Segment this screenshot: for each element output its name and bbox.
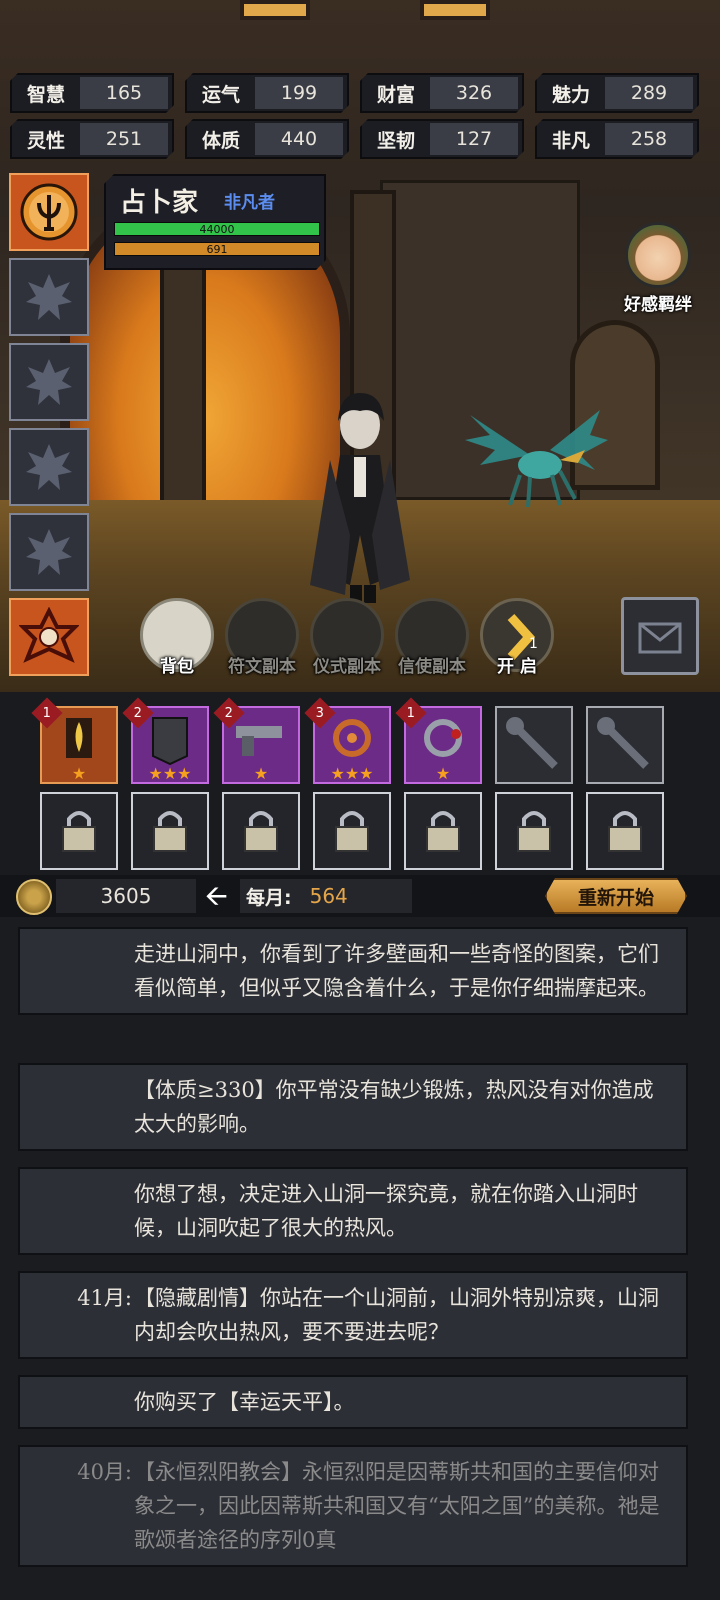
event-log[interactable]: 走进山洞中，你看到了许多壁画和一些奇怪的图案，它们看似简单，但似乎又隐含着什么，… <box>0 917 720 1600</box>
winged-monster <box>465 410 608 508</box>
eight-point-star-icon <box>26 359 72 405</box>
log-entry: 走进山洞中，你看到了许多壁画和一些奇怪的图案，它们看似简单，但似乎又隐含着什么，… <box>18 927 688 1015</box>
coin-count: 3605 <box>56 879 196 913</box>
log-entry: 你购买了【幸运天平】。 <box>18 1375 688 1429</box>
equipment-slot[interactable]: 2 ★★★ <box>122 697 209 784</box>
eight-point-star-icon <box>26 529 72 575</box>
wrench-icon <box>506 717 558 769</box>
equipment-slot-locked[interactable] <box>495 706 573 784</box>
stat-luck: 运气 199 <box>185 73 349 113</box>
game-scene: 智慧 165 运气 199 财富 326 魅力 289 灵性 251 体质 440 坚韧 12… <box>0 0 720 692</box>
equipment-panel: 1 ★ 2 ★★★ 2 ★ 3 ★★★ 1 ★ <box>0 692 720 875</box>
start-button[interactable]: 1 开 启 <box>477 598 557 678</box>
locked-slot[interactable] <box>586 792 664 870</box>
padlock-icon <box>608 811 642 852</box>
backpack-button[interactable]: 背包 <box>137 598 217 678</box>
ritual-dungeon-button[interactable]: 仪式副本 <box>307 598 387 678</box>
locked-slot[interactable] <box>313 792 391 870</box>
red-hexagram-icon <box>19 607 79 663</box>
trident-emblem-icon <box>20 183 78 241</box>
equipment-slot[interactable]: 2 ★ <box>213 697 300 784</box>
coin-icon <box>16 879 52 915</box>
stat-spirituality: 灵性 251 <box>10 119 174 159</box>
stat-charm: 魅力 289 <box>535 73 699 113</box>
log-entry: 你想了想，决定进入山洞一探究竟，就在你踏入山洞时候，山洞吹起了很大的热风。 <box>18 1167 688 1255</box>
stat-constitution: 体质 440 <box>185 119 349 159</box>
class-name: 占卜家 <box>120 188 199 218</box>
padlock-icon <box>153 811 187 852</box>
start-count-badge: 1 <box>529 636 538 652</box>
monthly-income: 每月: 564 <box>240 879 412 913</box>
messenger-dungeon-button[interactable]: 信使副本 <box>392 598 472 678</box>
monthly-value: 564 <box>309 884 348 908</box>
wrench-icon <box>597 717 649 769</box>
affinity-label: 好感羁绊 <box>624 295 692 315</box>
restart-button[interactable]: 重新开始 <box>545 878 687 914</box>
skill-slot-active[interactable] <box>9 173 89 251</box>
equipment-slot[interactable]: 1 ★ <box>31 697 118 784</box>
rune-dungeon-button[interactable]: 符文副本 <box>222 598 302 678</box>
padlock-icon <box>426 811 460 852</box>
log-entry: 【体质≥330】你平常没有缺少锻炼，热风没有对你造成太大的影响。 <box>18 1063 688 1151</box>
monthly-label: 每月: <box>246 886 292 909</box>
hero-character <box>310 393 410 603</box>
locked-slot[interactable] <box>495 792 573 870</box>
stat-extraordinary: 非凡 258 <box>535 119 699 159</box>
class-rank: 非凡者 <box>224 193 275 213</box>
stat-wealth: 财富 326 <box>360 73 524 113</box>
skill-slot-empty[interactable] <box>9 343 89 421</box>
mp-bar: 691 <box>114 242 320 256</box>
character-class-panel: 占卜家 非凡者 44000 691 <box>104 174 326 270</box>
eight-point-star-icon <box>26 274 72 320</box>
stat-tenacity: 坚韧 127 <box>360 119 524 159</box>
log-entry: 40月: 【永恒烈阳教会】永恒烈阳是因蒂斯共和国的主要信仰对象之一，因此因蒂斯共… <box>18 1445 688 1567</box>
skill-slot-empty[interactable] <box>9 428 89 506</box>
stat-wisdom: 智慧 165 <box>10 73 174 113</box>
resource-bar: 3605 🡨 每月: 564 重新开始 <box>0 875 720 917</box>
companion-portrait <box>625 222 691 288</box>
equipment-slot[interactable]: 1 ★ <box>395 697 482 784</box>
skill-slot-empty[interactable] <box>9 258 89 336</box>
locked-slot[interactable] <box>131 792 209 870</box>
skill-slot-empty[interactable] <box>9 513 89 591</box>
padlock-icon <box>244 811 278 852</box>
padlock-icon <box>62 811 96 852</box>
arrow-left-icon: 🡨 <box>205 879 228 912</box>
skill-slot-hexagram[interactable] <box>9 598 89 676</box>
hp-bar: 44000 <box>114 222 320 236</box>
padlock-icon <box>517 811 551 852</box>
eight-point-star-icon <box>26 444 72 490</box>
padlock-icon <box>335 811 369 852</box>
envelope-icon <box>638 622 682 654</box>
locked-slot[interactable] <box>404 792 482 870</box>
affinity-button[interactable]: 好感羁绊 <box>616 222 700 315</box>
locked-slot[interactable] <box>222 792 300 870</box>
equipment-slot[interactable]: 3 ★★★ <box>304 697 391 784</box>
equipment-slot-locked[interactable] <box>586 706 664 784</box>
log-entry: 41月: 【隐藏剧情】你站在一个山洞前，山洞外特别凉爽，山洞内却会吹出热风，要不… <box>18 1271 688 1359</box>
window-light <box>420 0 490 20</box>
mail-button[interactable] <box>621 597 699 675</box>
window-light <box>240 0 310 20</box>
locked-slot[interactable] <box>40 792 118 870</box>
